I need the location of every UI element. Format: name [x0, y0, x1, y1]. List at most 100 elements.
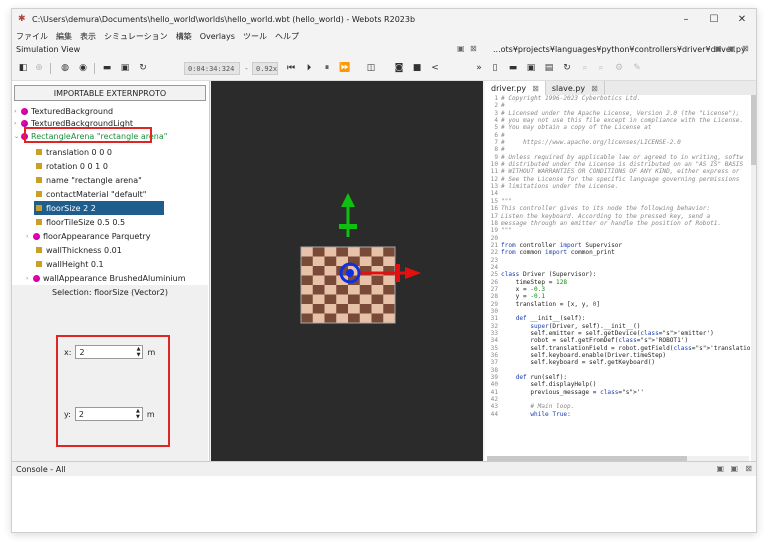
- more-icon[interactable]: »: [472, 61, 486, 75]
- code-line[interactable]: 28 y = -0.1: [487, 293, 751, 300]
- reload-icon[interactable]: ↻: [136, 61, 150, 75]
- menu-file[interactable]: ファイル: [12, 31, 52, 42]
- code-line[interactable]: 36 self.keyboard.enable(Driver.timeStep): [487, 352, 751, 359]
- find-icon[interactable]: ⌕: [578, 61, 592, 75]
- code-line[interactable]: 16 This controller gives to its node the …: [487, 205, 751, 212]
- code-line[interactable]: 32 super(Driver, self).__init__(): [487, 323, 751, 330]
- build-icon[interactable]: ⚙: [612, 61, 626, 75]
- code-line[interactable]: 29 translation = [x, y, 0]: [487, 301, 751, 308]
- menu-simulation[interactable]: シミュレーション: [100, 31, 172, 42]
- reset-icon[interactable]: ⏮: [284, 61, 298, 75]
- revert-icon[interactable]: ↻: [560, 61, 574, 75]
- console-close-icon[interactable]: ⊠: [745, 464, 752, 473]
- code-line[interactable]: 2 #: [487, 102, 751, 109]
- code-line[interactable]: 34 robot = self.getFromDef(class="s">'RO…: [487, 337, 751, 344]
- code-line[interactable]: 35 self.translationField = robot.getFiel…: [487, 345, 751, 352]
- editor-save-icon[interactable]: ▣: [524, 61, 538, 75]
- close-panel-icon[interactable]: ⊠: [470, 44, 477, 53]
- code-line[interactable]: 33 self.emitter = self.getDevice(class="…: [487, 330, 751, 337]
- save-as-icon[interactable]: ▤: [542, 61, 556, 75]
- tree-item-floor-appearance[interactable]: › floorAppearance Parquetry: [26, 230, 150, 242]
- menu-overlays[interactable]: Overlays: [196, 32, 239, 41]
- code-line[interactable]: 24: [487, 264, 751, 271]
- tree-field-floor-size[interactable]: floorSize 2 2: [34, 201, 164, 215]
- code-line[interactable]: 21 from controller import Supervisor: [487, 242, 751, 249]
- y-plane-handle[interactable]: [339, 224, 357, 229]
- tab-close-icon[interactable]: ⊠: [532, 84, 539, 93]
- y-spinbox[interactable]: 2 ▲ ▼: [74, 407, 143, 421]
- tab-driver-py[interactable]: driver.py ⊠: [485, 81, 546, 95]
- code-line[interactable]: 3 # Licensed under the Apache License, Ve…: [487, 110, 751, 117]
- code-line[interactable]: 13 # limitations under the License.: [487, 183, 751, 190]
- tree-item-wall-appearance[interactable]: › wallAppearance BrushedAluminium: [26, 272, 186, 283]
- tree-field-translation[interactable]: translation 0 0 0: [36, 146, 112, 158]
- tree-field-wall-height[interactable]: wallHeight 0.1: [36, 258, 104, 270]
- checker-floor[interactable]: [301, 247, 396, 324]
- code-line[interactable]: 20: [487, 235, 751, 242]
- add-node-icon[interactable]: ⊕: [32, 61, 46, 75]
- menu-edit[interactable]: 編集: [52, 31, 76, 42]
- menu-view[interactable]: 表示: [76, 31, 100, 42]
- spin-arrows-icon[interactable]: ▲ ▼: [137, 346, 141, 358]
- visibility-icon[interactable]: ◉: [76, 61, 90, 75]
- fast-forward-icon[interactable]: ⏩: [338, 61, 352, 75]
- code-line[interactable]: 22 from common import common_print: [487, 249, 751, 256]
- replace-icon[interactable]: ⌕: [594, 61, 608, 75]
- tree-field-name[interactable]: name "rectangle arena": [36, 174, 142, 186]
- menu-build[interactable]: 構築: [172, 31, 196, 42]
- new-file-icon[interactable]: ▯: [488, 61, 502, 75]
- code-line[interactable]: 39 def run(self):: [487, 374, 751, 381]
- code-line[interactable]: 5 # You may obtain a copy of the License …: [487, 124, 751, 131]
- screenshot-icon[interactable]: ◙: [392, 61, 406, 75]
- code-line[interactable]: 17 Listen the keyboard. According to the …: [487, 213, 751, 220]
- code-line[interactable]: 18 message through an emitter or handle t…: [487, 220, 751, 227]
- tree-field-floor-tile-size[interactable]: floorTileSize 0.5 0.5: [36, 216, 125, 228]
- tab-close-icon[interactable]: ⊠: [591, 84, 598, 93]
- tree-item-textured-background[interactable]: › TexturedBackground: [14, 105, 113, 117]
- code-line[interactable]: 38: [487, 367, 751, 374]
- code-line[interactable]: 26 timeStep = 128: [487, 279, 751, 286]
- save-icon[interactable]: ▣: [118, 61, 132, 75]
- menu-help[interactable]: ヘルプ: [271, 31, 303, 42]
- editor-close-icon[interactable]: ⊠: [742, 44, 749, 53]
- rotation-center[interactable]: [346, 269, 354, 277]
- open-file-icon[interactable]: ▬: [506, 61, 520, 75]
- code-line[interactable]: 44 while True:: [487, 411, 751, 418]
- minimize-icon[interactable]: –: [672, 9, 700, 29]
- spin-arrows-icon[interactable]: ▲ ▼: [136, 408, 140, 420]
- code-line[interactable]: 43 # Main loop.: [487, 403, 751, 410]
- code-line[interactable]: 23: [487, 257, 751, 264]
- code-line[interactable]: 30: [487, 308, 751, 315]
- pause-icon[interactable]: ⏸: [320, 61, 334, 75]
- step-icon[interactable]: ⏵: [302, 61, 316, 75]
- editor-restore-icon[interactable]: ▣: [728, 44, 736, 53]
- open-folder-icon[interactable]: ▬: [100, 61, 114, 75]
- x-spinbox[interactable]: 2 ▲ ▼: [75, 345, 144, 359]
- code-line[interactable]: 14: [487, 190, 751, 197]
- code-line[interactable]: 31 def __init__(self):: [487, 315, 751, 322]
- code-line[interactable]: 6 #: [487, 132, 751, 139]
- code-line[interactable]: 9 # Unless required by applicable law or …: [487, 154, 751, 161]
- menu-tools[interactable]: ツール: [239, 31, 271, 42]
- editor-vertical-scrollbar[interactable]: [751, 95, 756, 461]
- rendering-icon[interactable]: ◫: [364, 61, 378, 75]
- code-line[interactable]: 37 self.keyboard = self.getKeyboard(): [487, 359, 751, 366]
- code-line[interactable]: 8 #: [487, 146, 751, 153]
- record-icon[interactable]: ■: [410, 61, 424, 75]
- share-icon[interactable]: <: [428, 61, 442, 75]
- close-icon[interactable]: ✕: [728, 9, 756, 29]
- editor-pin-icon[interactable]: ▣: [714, 44, 722, 53]
- restore-icon[interactable]: ▣: [457, 44, 465, 53]
- tree-field-rotation[interactable]: rotation 0 0 1 0: [36, 160, 108, 172]
- x-axis-arrow-icon[interactable]: [405, 267, 421, 279]
- tree-field-wall-thickness[interactable]: wallThickness 0.01: [36, 244, 122, 256]
- code-line[interactable]: 7 # https://www.apache.org/licenses/LICEN…: [487, 139, 751, 146]
- code-line[interactable]: 19 """: [487, 227, 751, 234]
- scene-tree-toggle-icon[interactable]: ◧: [16, 61, 30, 75]
- maximize-icon[interactable]: ☐: [700, 9, 728, 29]
- code-line[interactable]: 27 x = -0.3: [487, 286, 751, 293]
- tree-field-contact-material[interactable]: contactMaterial "default": [36, 188, 147, 200]
- y-axis-arrow-icon[interactable]: [341, 193, 355, 207]
- importable-externproto-button[interactable]: IMPORTABLE EXTERNPROTO: [14, 85, 206, 101]
- tab-slave-py[interactable]: slave.py ⊠: [546, 81, 605, 95]
